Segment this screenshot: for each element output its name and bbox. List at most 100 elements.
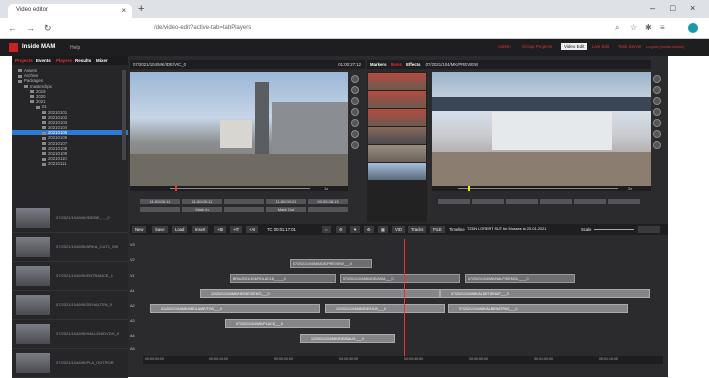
- insert-button[interactable]: Insert: [192, 226, 209, 233]
- menu-logout[interactable]: Logout (inside.admin): [646, 44, 684, 49]
- list-item[interactable]: 07/2021/104/MK/IDE/BE_..._0: [12, 204, 128, 233]
- gear-icon[interactable]: ⚙: [364, 226, 374, 233]
- list-item[interactable]: [368, 163, 426, 180]
- control-icon[interactable]: [653, 141, 661, 149]
- tc-button[interactable]: 11:00:00:11: [182, 199, 222, 204]
- save-button[interactable]: Save: [152, 226, 168, 233]
- tab-results[interactable]: Results: [75, 58, 91, 63]
- tree-item[interactable]: 20210111: [12, 161, 128, 166]
- tab-events[interactable]: Events: [36, 58, 51, 63]
- help-link[interactable]: Help: [70, 45, 80, 51]
- tracks-dropdown[interactable]: Tracks: [408, 226, 427, 233]
- tab-players[interactable]: Players: [56, 58, 72, 63]
- add-ai-button[interactable]: +AI: [246, 226, 259, 233]
- list-item[interactable]: 07/2021/104/MK/PLA_OUTROR: [12, 349, 128, 378]
- tab-mixer[interactable]: Mixer: [96, 58, 108, 63]
- list-item[interactable]: [368, 73, 426, 90]
- control-button[interactable]: [438, 199, 470, 204]
- tc-button[interactable]: 11:00:00:11: [140, 199, 180, 204]
- menu-admin[interactable]: Admin: [498, 44, 511, 49]
- window-close-icon[interactable]: ×: [690, 3, 695, 13]
- player-right-video[interactable]: [432, 72, 651, 186]
- control-button[interactable]: [140, 207, 180, 212]
- vid-button[interactable]: VID: [392, 226, 405, 233]
- control-icon[interactable]: [653, 108, 661, 116]
- control-button[interactable]: [540, 199, 572, 204]
- control-button[interactable]: [224, 207, 264, 212]
- control-icon[interactable]: [351, 119, 359, 127]
- list-item[interactable]: [368, 127, 426, 144]
- control-button[interactable]: [308, 207, 348, 212]
- timeline-clip[interactable]: 07/2021/104/MK/IDE/AS/A___0: [340, 274, 460, 283]
- back-icon[interactable]: ←: [8, 23, 17, 33]
- list-item[interactable]: 07/2021/104/MK/ENTRANCE_1: [12, 262, 128, 291]
- playlist-icon[interactable]: ≡: [660, 23, 665, 32]
- forward-icon[interactable]: →: [26, 23, 35, 33]
- tc-button[interactable]: 00:00:38:13: [308, 199, 348, 204]
- menu-live-edit[interactable]: Live Edit: [592, 44, 609, 49]
- control-icon[interactable]: [351, 75, 359, 83]
- control-button[interactable]: [574, 199, 606, 204]
- file-button[interactable]: FILE: [430, 226, 445, 233]
- menu-video-edit[interactable]: Video Edit: [561, 43, 588, 50]
- player-left-video[interactable]: [130, 72, 348, 186]
- star-icon[interactable]: ☆: [630, 23, 637, 32]
- mark-out-button[interactable]: Mark Out: [266, 207, 306, 212]
- playhead-marker[interactable]: [175, 186, 177, 191]
- grid-icon[interactable]: ▦: [378, 226, 388, 233]
- load-button[interactable]: Load: [172, 226, 188, 233]
- timeline-ruler[interactable]: 00:00:00:00 00:00:10:00 00:00:20:00 00:0…: [143, 356, 663, 364]
- zoom-icon[interactable]: ⌕: [615, 23, 619, 33]
- tab-effects[interactable]: Effects: [406, 62, 420, 67]
- list-item[interactable]: [368, 91, 426, 108]
- control-icon[interactable]: [351, 130, 359, 138]
- new-tab-icon[interactable]: +: [138, 3, 144, 15]
- list-item[interactable]: 07/2021/104/MK/ARKA_CUT1_MK: [12, 233, 128, 262]
- playhead-marker[interactable]: [468, 186, 470, 191]
- avatar[interactable]: [688, 23, 698, 33]
- timeline-playhead[interactable]: [404, 239, 405, 361]
- player-left-progress[interactable]: 1x: [130, 186, 348, 191]
- circle-icon[interactable]: ○: [322, 226, 331, 233]
- new-button[interactable]: New: [132, 226, 147, 233]
- control-icon[interactable]: [351, 108, 359, 116]
- list-item[interactable]: [368, 109, 426, 126]
- url-field[interactable]: /de/video-edit?active-tab=tabPlayers: [148, 23, 578, 35]
- control-icon[interactable]: [351, 141, 359, 149]
- control-icon[interactable]: [653, 75, 661, 83]
- timeline-clip[interactable]: 07/2021/104/MK/IDE/PREVIEW___0: [290, 259, 372, 268]
- timeline-clip[interactable]: BRA/2021/104/ROLAC18_____0: [230, 274, 336, 283]
- audio-clip[interactable]: 01/2021/104/MK/IME/LAME/TOD___0: [150, 304, 320, 313]
- player-right-progress[interactable]: 2x: [432, 186, 651, 191]
- timeline-clip[interactable]: 07/2021/104/MK/NALP/DEMOL____0: [465, 274, 575, 283]
- control-icon[interactable]: [653, 130, 661, 138]
- control-button[interactable]: [608, 199, 640, 204]
- control-button[interactable]: [472, 199, 504, 204]
- add-bi-button[interactable]: +BI: [214, 226, 227, 233]
- reload-icon[interactable]: ↻: [44, 23, 52, 34]
- minimize-icon[interactable]: –: [650, 3, 655, 13]
- menu-task-server[interactable]: Task Server: [618, 44, 642, 49]
- control-icon[interactable]: [653, 86, 661, 94]
- audio-clip[interactable]: 12/2021/104/MK/IDE/BAU/1___0: [300, 334, 395, 343]
- mark-in-button[interactable]: Mark In: [182, 207, 222, 212]
- add-it-button[interactable]: +IT: [230, 226, 243, 233]
- audio-clip[interactable]: 07/2021/104/MK/ALBENATPAS___0: [448, 304, 628, 313]
- control-icon[interactable]: [653, 119, 661, 127]
- menu-group-projects[interactable]: Group Projects: [522, 44, 552, 49]
- close-icon[interactable]: ×: [121, 6, 126, 15]
- list-item[interactable]: [368, 145, 426, 162]
- browser-tab[interactable]: Video editor ×: [8, 4, 132, 18]
- scale-input[interactable]: [638, 226, 660, 233]
- list-item[interactable]: 07/2021/104/MK/HALLEN/DVDH_0: [12, 320, 128, 349]
- tab-items[interactable]: Items: [391, 62, 402, 67]
- control-button[interactable]: [506, 199, 538, 204]
- control-icon[interactable]: [351, 86, 359, 94]
- tree-scrollbar[interactable]: [122, 70, 126, 160]
- audio-clip[interactable]: 07/2021/104/MK/PLAC8___0: [225, 319, 350, 328]
- audio-clip[interactable]: 12/2021/104/MK/IDE/HUS___0: [325, 304, 445, 313]
- audio-clip[interactable]: 07/2021/104/MK/ALDETIENAP___0: [440, 289, 650, 298]
- tc-button[interactable]: [224, 199, 264, 204]
- settings-icon[interactable]: ⚙: [336, 226, 346, 233]
- control-icon[interactable]: [653, 97, 661, 105]
